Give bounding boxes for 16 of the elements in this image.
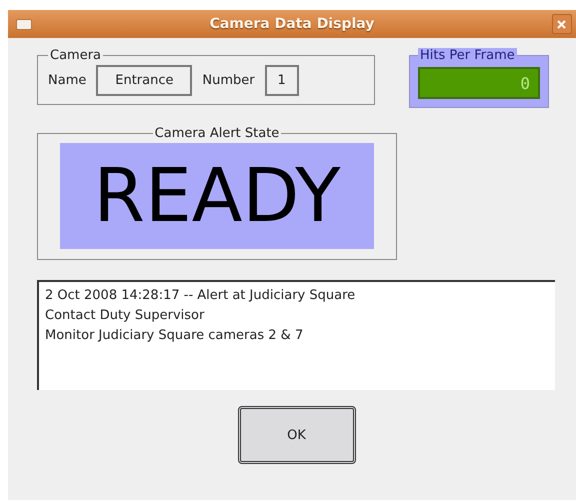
hits-value: 0 (520, 74, 530, 92)
group-label: Camera (49, 48, 102, 63)
message-line: Contact Duty Supervisor (45, 307, 206, 325)
group-label: Camera Alert State (154, 126, 280, 141)
ok-button[interactable]: OK (238, 406, 356, 464)
field-label: Name (48, 73, 86, 88)
number-field: 1 (264, 65, 299, 96)
window-title: Camera Data Display (210, 16, 374, 32)
message-line: 2 Oct 2008 14:28:17 -- Alert at Judiciary Square (45, 287, 356, 305)
window-menu-icon[interactable] (16, 18, 32, 30)
alert-state-display: READY (60, 143, 374, 249)
close-icon (557, 20, 566, 28)
close-button[interactable] (552, 14, 572, 34)
name-field: Entrance (96, 65, 192, 96)
message-line: Monitor Judiciary Square cameras 2 & 7 (45, 327, 304, 345)
field-label: Number (202, 73, 255, 88)
